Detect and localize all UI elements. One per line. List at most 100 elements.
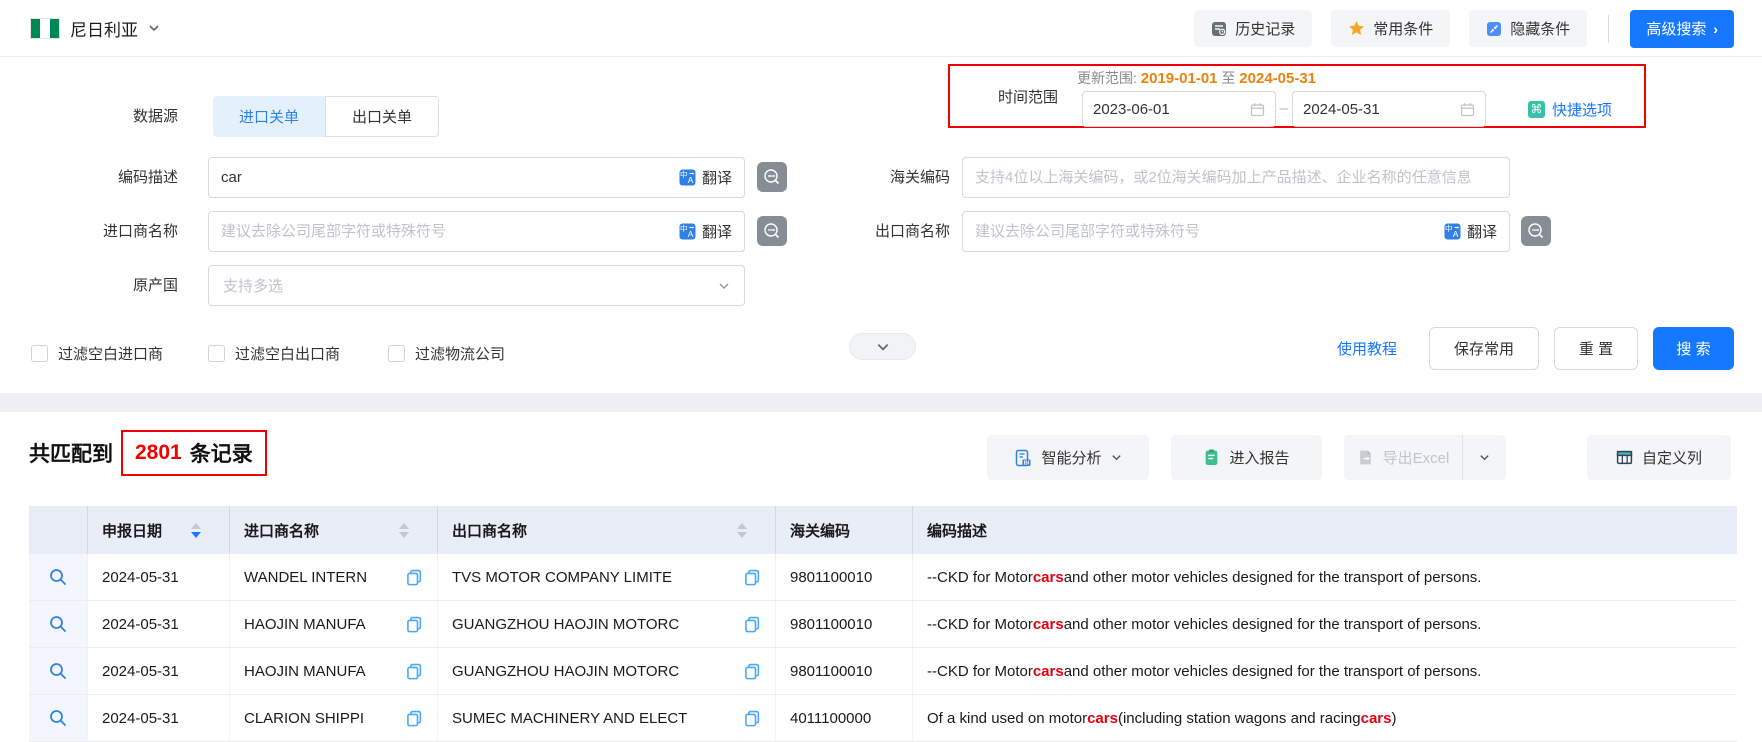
match-mode-icon — [763, 222, 781, 240]
fuzzy-match-toggle[interactable] — [757, 216, 787, 246]
column-label: 进口商名称 — [244, 520, 319, 541]
table-body: 2024-05-31WANDEL INTERNTVS MOTOR COMPANY… — [29, 554, 1737, 742]
svg-text:A: A — [688, 229, 694, 239]
column-label: 编码描述 — [927, 520, 987, 541]
hide-conditions-button[interactable]: 隐藏条件 — [1469, 10, 1587, 47]
header-hs-code: 海关编码 — [776, 506, 913, 554]
keyword-highlight: cars — [1033, 569, 1064, 586]
sort-control[interactable] — [399, 523, 409, 538]
tab-export-declarations[interactable]: 出口关单 — [325, 96, 439, 137]
cell-hs-code: 9801100010 — [776, 601, 913, 647]
match-mode-icon — [1527, 222, 1545, 240]
custom-columns-button[interactable]: 自定义列 — [1587, 435, 1731, 480]
quick-options-label: 快捷选项 — [1552, 99, 1612, 120]
sort-control[interactable] — [737, 523, 747, 538]
filter-label: 过滤空白进口商 — [58, 343, 163, 364]
nigeria-flag-icon — [30, 18, 60, 39]
checkbox-icon — [208, 345, 225, 362]
header-declaration-date[interactable]: 申报日期 — [88, 506, 230, 554]
code-desc-input[interactable] — [221, 169, 679, 186]
copy-icon[interactable] — [406, 616, 423, 633]
summary-prefix: 共匹配到 — [29, 438, 113, 468]
importer-input[interactable] — [221, 223, 679, 240]
cell-declaration-date: 2024-05-31 — [88, 648, 230, 694]
table-header-row: 申报日期 进口商名称 出口商名称 海关编码 编码描述 — [29, 506, 1737, 554]
quick-options-link[interactable]: ⌘ 快捷选项 — [1528, 91, 1612, 127]
translate-label: 翻译 — [1467, 221, 1497, 242]
sort-control[interactable] — [191, 523, 201, 538]
filter-blank-importer-checkbox[interactable]: 过滤空白进口商 — [31, 343, 163, 364]
smart-analysis-label: 智能分析 — [1041, 447, 1101, 468]
enter-report-button[interactable]: 进入报告 — [1171, 435, 1322, 480]
exporter-input[interactable] — [975, 223, 1444, 240]
tutorial-link[interactable]: 使用教程 — [1337, 338, 1397, 359]
header-exporter[interactable]: 出口商名称 — [438, 506, 776, 554]
origin-select[interactable]: 支持多选 — [208, 265, 745, 306]
reset-button[interactable]: 重 置 — [1554, 327, 1638, 370]
save-favorite-button[interactable]: 保存常用 — [1429, 327, 1539, 370]
smart-analysis-button[interactable]: BI 智能分析 — [987, 435, 1149, 480]
description-text: and other motor vehicles designed for th… — [1064, 616, 1482, 633]
copy-icon[interactable] — [744, 663, 761, 680]
top-bar: 尼日利亚 历史记录 常用条件 隐藏条件 高级搜索 › — [0, 0, 1762, 57]
table-row: 2024-05-31WANDEL INTERNTVS MOTOR COMPANY… — [29, 554, 1737, 601]
export-excel-button[interactable]: 导出Excel — [1344, 435, 1462, 480]
update-range-line: 更新范围: 2019-01-01 至 2024-05-31 — [1077, 68, 1316, 88]
advanced-search-button[interactable]: 高级搜索 › — [1630, 10, 1734, 48]
svg-text:中: 中 — [1445, 223, 1453, 233]
translate-button[interactable]: 中A 翻译 — [679, 167, 732, 188]
row-detail-button[interactable] — [29, 554, 88, 600]
country-selector[interactable]: 尼日利亚 — [30, 0, 160, 56]
description-text: and other motor vehicles designed for th… — [1064, 569, 1482, 586]
copy-icon[interactable] — [744, 616, 761, 633]
chevron-right-icon: › — [1713, 21, 1718, 37]
enter-report-label: 进入报告 — [1229, 447, 1289, 468]
translate-button[interactable]: 中A 翻译 — [679, 221, 732, 242]
chevron-down-icon — [1111, 452, 1122, 463]
hs-code-input[interactable] — [975, 169, 1497, 186]
copy-icon[interactable] — [406, 710, 423, 727]
export-options-button[interactable] — [1462, 435, 1506, 480]
column-label: 出口商名称 — [452, 520, 527, 541]
cell-hs-code: 9801100010 — [776, 648, 913, 694]
row-search-icon[interactable] — [49, 662, 67, 680]
row-detail-button[interactable] — [29, 695, 88, 741]
date-end-input[interactable]: 2024-05-31 — [1292, 91, 1486, 127]
copy-icon[interactable] — [744, 710, 761, 727]
chevron-down-icon — [1479, 452, 1490, 463]
exporter-label: 出口商名称 — [790, 211, 950, 252]
filter-logistics-checkbox[interactable]: 过滤物流公司 — [388, 343, 505, 364]
row-detail-button[interactable] — [29, 601, 88, 647]
history-button[interactable]: 历史记录 — [1194, 10, 1312, 47]
fuzzy-match-toggle[interactable] — [1521, 216, 1551, 246]
date-end-value: 2024-05-31 — [1303, 101, 1460, 118]
row-search-icon[interactable] — [49, 709, 67, 727]
filter-blank-exporter-checkbox[interactable]: 过滤空白出口商 — [208, 343, 340, 364]
copy-icon[interactable] — [406, 569, 423, 586]
header-importer[interactable]: 进口商名称 — [230, 506, 438, 554]
translate-button[interactable]: 中A 翻译 — [1444, 221, 1497, 242]
description-text: Of a kind used on motor — [927, 710, 1087, 727]
results-table: 申报日期 进口商名称 出口商名称 海关编码 编码描述 2024-0 — [29, 506, 1737, 742]
date-start-input[interactable]: 2023-06-01 — [1082, 91, 1276, 127]
cell-exporter: SUMEC MACHINERY AND ELECT — [438, 695, 776, 741]
collapse-form-button[interactable] — [849, 333, 916, 360]
copy-icon[interactable] — [406, 663, 423, 680]
chevron-down-icon — [148, 22, 160, 34]
row-search-icon[interactable] — [49, 615, 67, 633]
export-excel-label: 导出Excel — [1383, 447, 1450, 468]
copy-icon[interactable] — [744, 569, 761, 586]
favorites-label: 常用条件 — [1373, 18, 1433, 39]
time-range-highlight-box: 更新范围: 2019-01-01 至 2024-05-31 时间范围 2023-… — [948, 64, 1646, 128]
row-detail-button[interactable] — [29, 648, 88, 694]
favorites-button[interactable]: 常用条件 — [1331, 10, 1450, 47]
search-button[interactable]: 搜 索 — [1653, 327, 1734, 370]
row-search-icon[interactable] — [49, 568, 67, 586]
tab-import-declarations[interactable]: 进口关单 — [213, 96, 325, 137]
origin-placeholder: 支持多选 — [223, 275, 718, 296]
update-range-start: 2019-01-01 — [1141, 70, 1218, 87]
calendar-icon — [1460, 102, 1475, 117]
fuzzy-match-toggle[interactable] — [757, 162, 787, 192]
description-text: --CKD for Motor — [927, 663, 1033, 680]
top-actions: 历史记录 常用条件 隐藏条件 高级搜索 › — [1194, 0, 1734, 57]
